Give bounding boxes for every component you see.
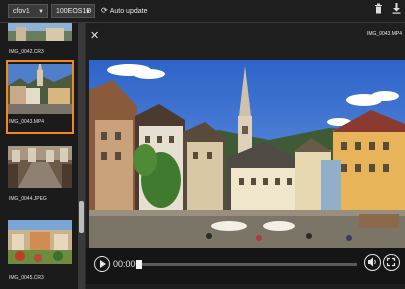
seek-handle[interactable] — [136, 260, 142, 269]
sync-icon: ⟳ — [101, 6, 108, 15]
card-select[interactable]: 100EOS1D ▼ — [51, 4, 95, 18]
thumbnail-label: IMG_0042.CR3 — [9, 49, 44, 55]
folder-select[interactable]: cfov1 ▼ — [8, 4, 48, 18]
trash-icon[interactable] — [374, 3, 383, 20]
close-icon[interactable]: ✕ — [90, 29, 99, 42]
thumbnail-image — [8, 23, 72, 41]
download-icon[interactable] — [392, 3, 401, 20]
scrollbar-thumb[interactable] — [79, 201, 84, 233]
folder-select-value: cfov1 — [13, 8, 30, 15]
thumbnail-label: IMG_0045.CR3 — [9, 275, 44, 281]
thumbnail-item[interactable]: IMG_0045.CR3 — [8, 220, 72, 284]
media-viewer: ✕ IMG_0043.MP4 00:00 — [86, 23, 405, 289]
thumbnail-item-selected[interactable]: IMG_0043.MP4 — [6, 60, 74, 134]
thumbnail-scrollbar[interactable] — [78, 23, 85, 289]
thumbnail-label: IMG_0043.MP4 — [9, 119, 45, 125]
thumbnail-label: IMG_0044.JPEG — [9, 196, 47, 202]
thumbnail-list: IMG_0042.CR3 IMG_0043.MP4 IMG_0044.JPEG … — [0, 23, 78, 289]
auto-update-button[interactable]: ⟳ Auto update — [101, 4, 147, 18]
auto-update-label: Auto update — [109, 8, 148, 15]
thumbnail-image — [8, 220, 72, 264]
video-controls: 00:00 — [86, 248, 405, 284]
play-icon[interactable] — [94, 256, 110, 272]
thumbnail-image — [8, 146, 72, 188]
fullscreen-icon[interactable] — [383, 254, 400, 271]
top-toolbar: cfov1 ▼ 100EOS1D ▼ ⟳ Auto update — [0, 0, 405, 23]
thumbnail-item[interactable]: IMG_0042.CR3 — [8, 23, 72, 61]
viewer-file-name: IMG_0043.MP4 — [366, 31, 402, 37]
chevron-down-icon: ▼ — [85, 9, 91, 15]
volume-icon[interactable] — [364, 254, 381, 271]
thumbnail-image — [8, 64, 72, 114]
chevron-down-icon: ▼ — [38, 9, 44, 15]
video-frame — [89, 60, 405, 270]
current-time: 00:00 — [113, 259, 136, 269]
thumbnail-item[interactable]: IMG_0044.JPEG — [8, 146, 72, 204]
seek-bar[interactable] — [136, 260, 357, 269]
